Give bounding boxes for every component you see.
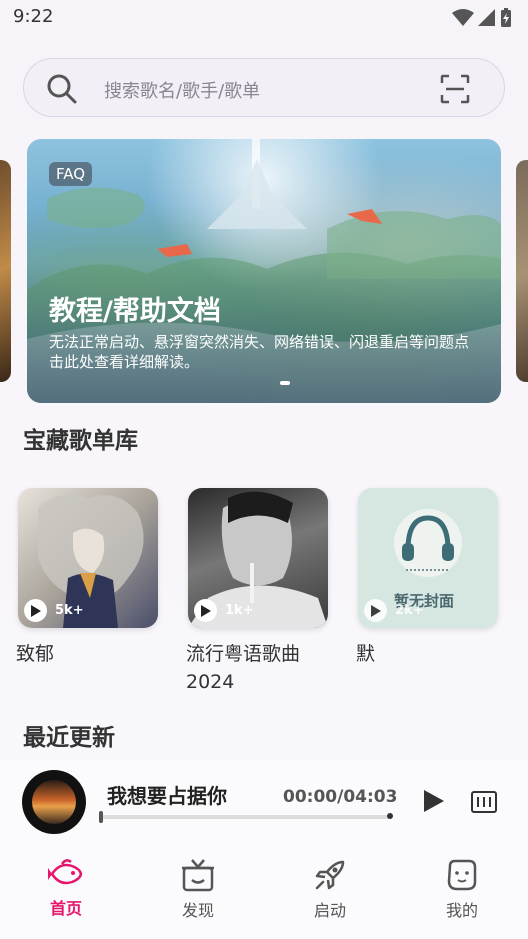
banner-page-indicator [280, 381, 290, 385]
song-time: 00:00/04:03 [283, 787, 398, 807]
playlist-name: 致郁 [16, 643, 55, 665]
play-count: 5k+ [24, 599, 84, 622]
nav-label: 发现 [181, 901, 214, 920]
play-button[interactable] [422, 788, 446, 814]
wifi-icon [452, 9, 474, 26]
status-time: 9:22 [13, 6, 54, 27]
nav-label: 我的 [445, 901, 478, 920]
playlist-card[interactable]: 暂无封面 2k+ 默 [356, 488, 498, 668]
nav-mine[interactable]: 我的 [422, 858, 502, 921]
status-bar: 9:22 [0, 0, 528, 36]
status-icons [452, 8, 512, 28]
play-count-value: 5k+ [55, 603, 84, 618]
battery-icon [501, 8, 511, 27]
play-count: 2k+ [364, 599, 424, 622]
banner-title: 教程/帮助文档 [49, 296, 221, 327]
banner-description: 无法正常启动、悬浮窗突然消失、网络错误、闪退重启等问题点击此处查看详细解读。 [49, 333, 470, 371]
section-title-recent: 最近更新 [23, 725, 115, 751]
search-bar[interactable]: 搜索歌名/歌手/歌单 [23, 58, 505, 117]
playlist-button[interactable] [471, 791, 497, 813]
mini-player[interactable]: 我想要占据你 00:00/04:03 [0, 760, 528, 840]
banner-next-slide[interactable] [516, 160, 528, 382]
banner-faq[interactable]: FAQ 教程/帮助文档 无法正常启动、悬浮窗突然消失、网络错误、闪退重启等问题点… [27, 139, 501, 403]
nav-launch[interactable]: 启动 [290, 858, 370, 921]
play-count: 1k+ [194, 599, 254, 622]
bottom-nav: 首页 发现 启动 我的 [0, 840, 528, 939]
fish-icon [48, 859, 83, 885]
section-title-playlists: 宝藏歌单库 [23, 428, 138, 454]
playlist-name: 流行粤语歌曲2024 [186, 643, 301, 693]
playlist-card[interactable]: 1k+ 流行粤语歌曲2024 [186, 488, 328, 696]
play-icon [194, 599, 217, 622]
playlist-name: 默 [356, 643, 376, 665]
play-count-value: 2k+ [395, 603, 424, 618]
album-art [32, 780, 76, 824]
playlist-cover[interactable]: 1k+ [188, 488, 328, 628]
search-input[interactable]: 搜索歌名/歌手/歌单 [104, 77, 260, 103]
progress-handle[interactable] [99, 811, 103, 823]
gift-box-icon [182, 859, 214, 892]
song-title: 我想要占据你 [107, 784, 227, 808]
album-disc[interactable] [22, 770, 86, 834]
faq-badge: FAQ [49, 162, 93, 186]
nav-label: 启动 [313, 901, 346, 920]
nav-discover[interactable]: 发现 [158, 858, 238, 921]
playlist-cover[interactable]: 暂无封面 2k+ [358, 488, 498, 628]
play-icon [24, 599, 47, 622]
banner-prev-slide[interactable] [0, 160, 11, 382]
playlist-cover[interactable]: 5k+ [18, 488, 158, 628]
scan-icon[interactable] [440, 74, 470, 104]
playlist-card[interactable]: 5k+ 致郁 [16, 488, 158, 668]
progress-end [387, 813, 393, 819]
progress-bar[interactable] [99, 811, 393, 823]
play-count-value: 1k+ [225, 603, 254, 618]
play-icon [364, 599, 387, 622]
rocket-icon [315, 860, 345, 890]
face-icon [447, 859, 477, 891]
nav-label: 首页 [49, 899, 82, 918]
search-icon[interactable] [46, 73, 78, 105]
nav-home[interactable]: 首页 [26, 858, 106, 919]
signal-icon [478, 9, 495, 26]
